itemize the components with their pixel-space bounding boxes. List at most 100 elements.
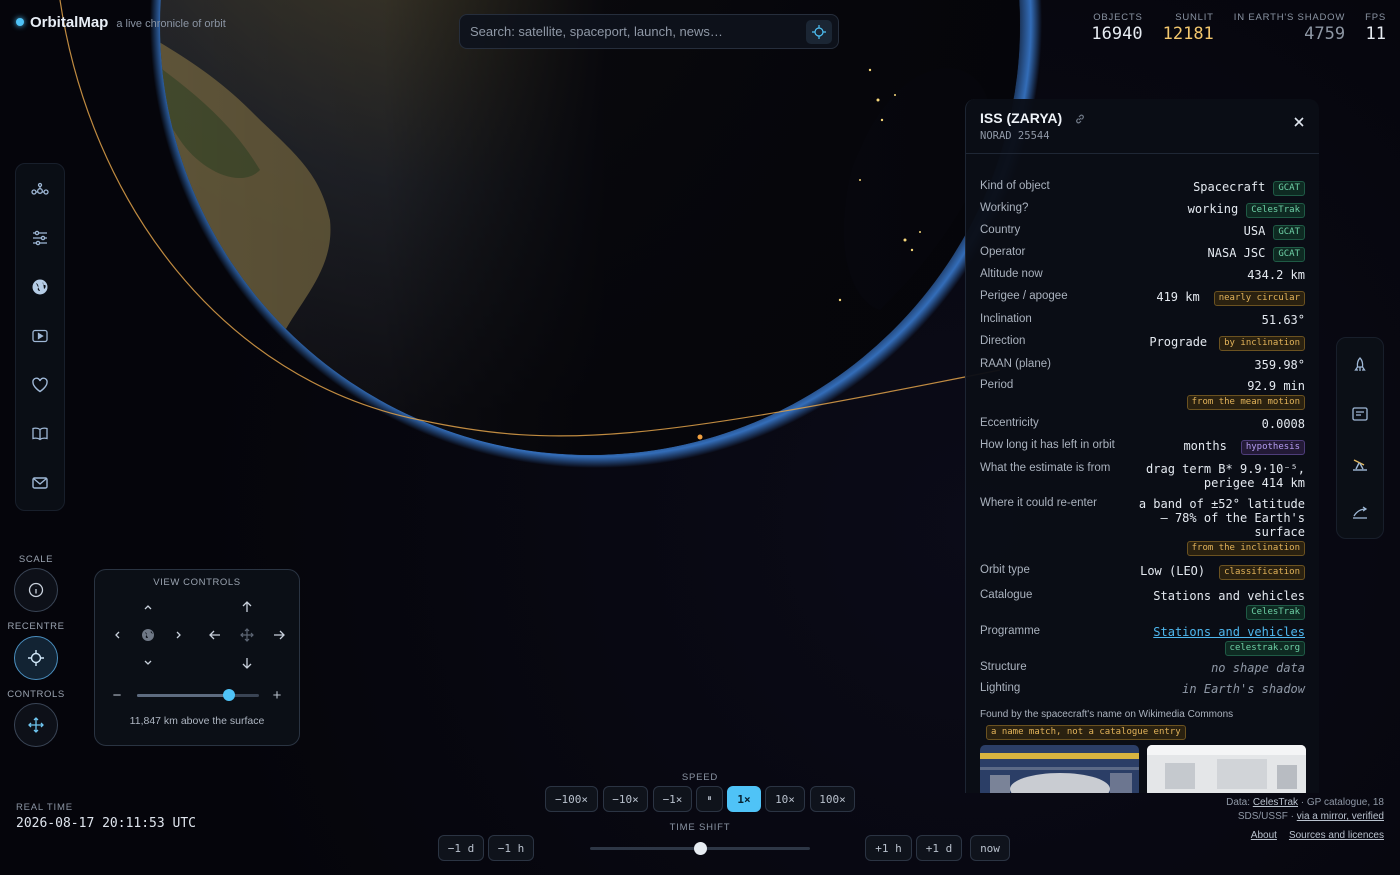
move-arrows-icon	[240, 628, 254, 642]
stat-value: 11	[1365, 24, 1386, 44]
speed-minus100-button[interactable]: −100×	[545, 786, 598, 812]
pan-left-button[interactable]	[206, 626, 224, 644]
row-label-kind: Kind of object	[980, 180, 1050, 192]
source-tag: GCAT	[1273, 225, 1305, 240]
about-link[interactable]: About	[1251, 830, 1277, 841]
note-tag: by inclination	[1219, 336, 1305, 351]
time-shift-slider[interactable]	[590, 842, 810, 855]
contact-button[interactable]	[27, 470, 53, 496]
brand-dot-icon	[16, 18, 24, 26]
app-root: OrbitalMap a live chronicle of orbit OBJ…	[0, 0, 1400, 875]
pan-center-button[interactable]	[238, 626, 256, 644]
copy-link-button[interactable]	[1074, 112, 1086, 130]
rotate-left-button[interactable]	[108, 626, 126, 644]
close-panel-button[interactable]	[1293, 115, 1305, 133]
norad-id: NORAD 25544	[980, 130, 1050, 142]
guide-button[interactable]	[27, 421, 53, 447]
brand[interactable]: OrbitalMap a live chronicle of orbit	[16, 14, 226, 32]
shift-plus-1h-button[interactable]: +1 h	[865, 835, 912, 861]
observe-button[interactable]	[1347, 450, 1373, 476]
stat-label: SUNLIT	[1175, 12, 1214, 23]
row-label-altitude: Altitude now	[980, 268, 1043, 280]
speed-1x-button[interactable]: 1×	[727, 786, 761, 812]
pan-right-button[interactable]	[270, 626, 288, 644]
shift-minus-1h-button[interactable]: −1 h	[488, 835, 534, 861]
value-line: drag term B* 9.9·10⁻⁵,	[1146, 462, 1305, 476]
night-terminator	[160, 0, 1020, 455]
row-label-eccentricity: Eccentricity	[980, 417, 1039, 429]
zoom-slider-thumb[interactable]	[222, 689, 235, 701]
news-button[interactable]	[1347, 401, 1373, 427]
speed-minus10-button[interactable]: −10×	[603, 786, 648, 812]
row-label-perigee: Perigee / apogee	[980, 290, 1068, 302]
row-value-estimate-source: drag term B* 9.9·10⁻⁵, perigee 414 km	[1146, 462, 1305, 490]
video-button[interactable]	[27, 323, 53, 349]
source-tag: celestrak.org	[1224, 641, 1305, 656]
globe-button[interactable]	[27, 274, 53, 300]
stats-bar: OBJECTS 16940 SUNLIT 12181 IN EARTH'S SHAD…	[1091, 12, 1386, 44]
shift-now-button[interactable]: now	[970, 835, 1010, 861]
rotate-up-button[interactable]	[139, 598, 157, 616]
launches-button[interactable]	[1347, 352, 1373, 378]
iss-orbit-path	[59, 0, 1001, 437]
trajectory-button[interactable]	[1347, 499, 1373, 525]
zoom-slider[interactable]	[137, 689, 259, 701]
earth-sphere	[160, 0, 1020, 455]
row-label-catalogue: Catalogue	[980, 589, 1033, 601]
shift-plus-1d-button[interactable]: +1 d	[916, 835, 962, 861]
controls-button[interactable]	[14, 703, 58, 747]
rotate-down-button[interactable]	[139, 654, 157, 672]
stat-value: 12181	[1162, 24, 1214, 44]
value-line: – 78% of the Earth's	[1160, 511, 1306, 525]
wikimedia-photo-2[interactable]	[1147, 745, 1306, 793]
filters-button[interactable]	[27, 225, 53, 251]
row-value-operator: NASA JSC GCAT	[1208, 246, 1305, 262]
rotate-right-button[interactable]	[170, 626, 188, 644]
locate-button[interactable]	[806, 20, 832, 44]
stat-label: IN EARTH'S SHADOW	[1233, 12, 1346, 23]
heart-icon	[32, 377, 48, 393]
stat-sunlit: SUNLIT 12181	[1163, 12, 1214, 44]
value-text: months	[1183, 439, 1227, 453]
iss-marker[interactable]	[697, 434, 703, 440]
mail-icon	[32, 477, 48, 489]
left-toolbar	[15, 163, 65, 511]
speed-minus1-button[interactable]: −1×	[653, 786, 692, 812]
constellation-button[interactable]	[27, 176, 53, 202]
zoom-in-button[interactable]: +	[268, 686, 286, 704]
row-value-eccentricity: 0.0008	[1261, 417, 1305, 431]
match-note: a name match, not a catalogue entry	[986, 722, 1186, 740]
footer-links: About Sources and licences	[1226, 829, 1384, 843]
pan-down-button[interactable]	[238, 654, 256, 672]
programme-link[interactable]: Stations and vehicles	[1153, 625, 1305, 639]
footer-text: Data:	[1226, 797, 1253, 808]
speed-10x-button[interactable]: 10×	[765, 786, 805, 812]
pause-button[interactable]: ⏸	[696, 786, 723, 812]
row-value-programme: Stations and vehicles celestrak.org	[1153, 625, 1305, 656]
zoom-out-button[interactable]: −	[108, 686, 126, 704]
search-input[interactable]	[470, 24, 790, 39]
favorites-button[interactable]	[27, 372, 53, 398]
stat-fps: FPS 11	[1365, 12, 1386, 44]
move-arrows-icon	[28, 717, 44, 733]
photo-hangar-image	[980, 745, 1139, 793]
wikimedia-photo-1[interactable]	[980, 745, 1139, 793]
note-tag: from the inclination	[1186, 541, 1305, 556]
row-value-lighting: in Earth's shadow	[1182, 682, 1305, 696]
celestrak-link[interactable]: CelesTrak	[1253, 797, 1298, 808]
mirror-link[interactable]: via a mirror, verified	[1297, 811, 1384, 822]
shift-minus-1d-button[interactable]: −1 d	[438, 835, 484, 861]
time-shift-thumb[interactable]	[694, 842, 707, 855]
pan-up-button[interactable]	[238, 598, 256, 616]
sources-link[interactable]: Sources and licences	[1289, 830, 1384, 841]
stat-label: FPS	[1365, 12, 1386, 23]
value-text: USA	[1243, 224, 1266, 238]
speed-100x-button[interactable]: 100×	[810, 786, 855, 812]
footer-text: · GP catalogue, 18	[1298, 797, 1384, 808]
real-time-label: REAL TIME	[16, 802, 73, 813]
reset-rotation-button[interactable]	[139, 626, 157, 644]
recentre-label: RECENTRE	[7, 621, 65, 632]
value-text: Spacecraft	[1193, 180, 1266, 194]
scale-button[interactable]	[14, 568, 58, 612]
recentre-button[interactable]	[14, 636, 58, 680]
